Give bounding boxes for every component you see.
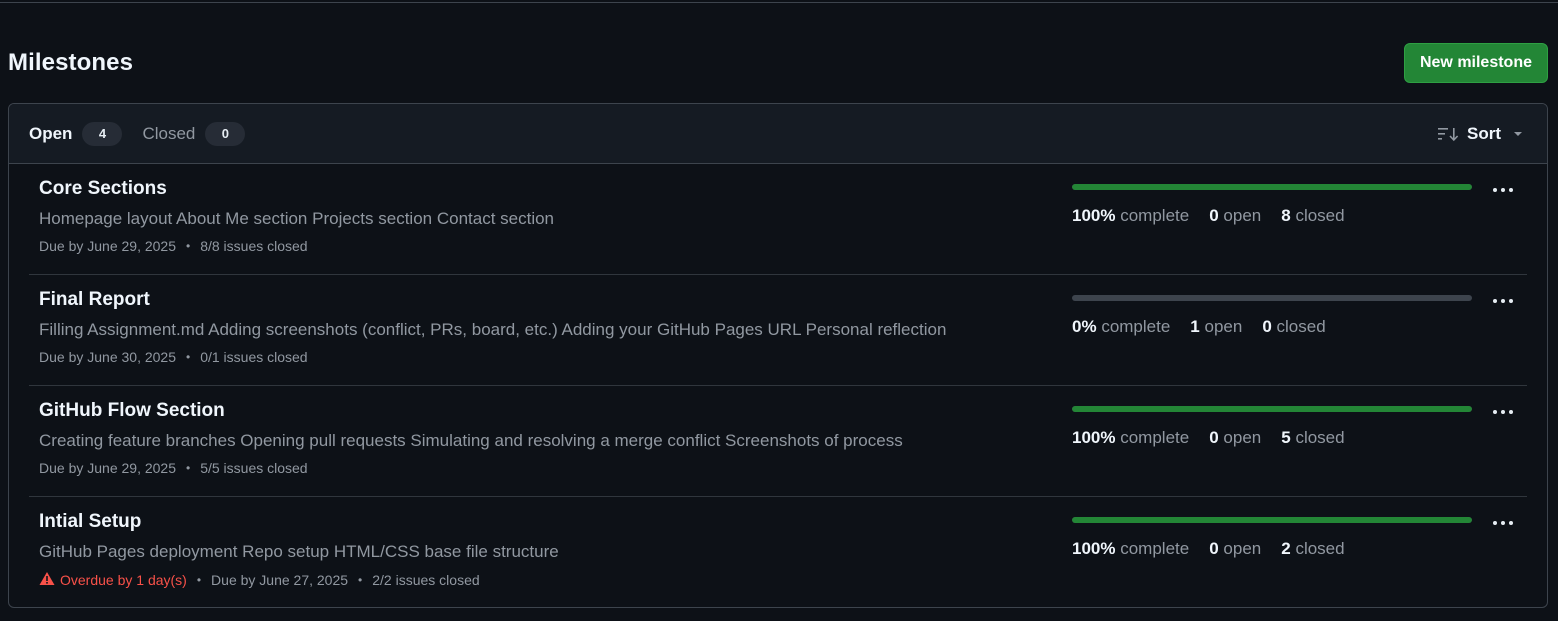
closed-count: 2 closed [1281,539,1345,558]
progress-bar [1072,295,1472,301]
kebab-menu-icon[interactable] [1491,511,1515,535]
top-divider [0,0,1558,3]
milestone-stats: 100% complete 0 open 2 closed [1072,539,1472,559]
closed-count: 8 closed [1281,206,1345,225]
milestone-title[interactable]: Core Sections [39,178,167,200]
milestone-stats: 100% complete 0 open 8 closed [1072,206,1472,226]
open-count: 1 open [1190,317,1243,336]
open-count: 0 open [1209,206,1262,225]
progress-bar [1072,406,1472,412]
progress-bar [1072,184,1472,190]
milestone-progress: 100% complete 0 open 8 closed [1072,184,1472,226]
separator-dot: • [186,239,191,253]
due-date: Due by June 27, 2025 [211,572,349,588]
page-title: Milestones [8,49,134,76]
state-tabs: Open 4 Closed 0 [29,121,246,146]
milestone-description: Creating feature branches Opening pull r… [39,431,903,450]
percent-complete: 100% complete [1072,206,1190,225]
milestone-meta: Due by June 29, 2025 • 8/8 issues closed [39,238,554,254]
progress-bar-fill [1072,406,1472,412]
tab-open[interactable]: Open 4 [29,121,123,146]
percent-complete: 100% complete [1072,539,1190,558]
open-count: 0 open [1209,539,1262,558]
closed-count: 0 closed [1262,317,1326,336]
milestone-progress: 0% complete 1 open 0 closed [1072,295,1472,337]
open-count: 0 open [1209,428,1262,447]
milestone-stats: 100% complete 0 open 5 closed [1072,428,1472,448]
overdue-text: Overdue by 1 day(s) [60,572,187,588]
milestone-title[interactable]: Final Report [39,289,150,311]
kebab-menu-icon[interactable] [1491,178,1515,202]
milestone-row: GitHub Flow Section Creating feature bra… [29,386,1527,497]
overdue-notice: Overdue by 1 day(s) [39,571,187,589]
milestone-list: Core Sections Homepage layout About Me s… [9,164,1547,607]
milestone-stats: 0% complete 1 open 0 closed [1072,317,1472,337]
milestones-box-header: Open 4 Closed 0 Sort [9,104,1547,164]
milestone-title[interactable]: GitHub Flow Section [39,400,225,422]
milestone-progress: 100% complete 0 open 5 closed [1072,406,1472,448]
sort-icon [1437,126,1459,142]
kebab-menu-icon[interactable] [1491,400,1515,424]
issues-closed: 0/1 issues closed [200,349,308,365]
milestone-row: Intial Setup GitHub Pages deployment Rep… [29,497,1527,607]
tab-closed-counter: 0 [205,121,246,146]
milestone-row: Final Report Filling Assignment.md Addin… [29,275,1527,386]
issues-closed: 5/5 issues closed [200,460,308,476]
separator-dot: • [186,461,191,475]
separator-dot: • [358,573,363,587]
milestone-meta: Due by June 29, 2025 • 5/5 issues closed [39,460,903,476]
new-milestone-button[interactable]: New milestone [1403,43,1548,83]
alert-icon [39,571,55,589]
sort-dropdown[interactable]: Sort [1437,124,1527,144]
milestone-meta: Overdue by 1 day(s) • Due by June 27, 20… [39,571,559,589]
tab-open-counter: 4 [82,121,123,146]
progress-bar [1072,517,1472,523]
tab-closed[interactable]: Closed 0 [142,121,246,146]
sort-label: Sort [1467,123,1501,143]
milestone-meta: Due by June 30, 2025 • 0/1 issues closed [39,349,946,365]
caret-down-icon [1509,126,1527,142]
separator-dot: • [186,350,191,364]
kebab-menu-icon[interactable] [1491,289,1515,313]
milestone-progress: 100% complete 0 open 2 closed [1072,517,1472,559]
progress-bar-fill [1072,184,1472,190]
percent-complete: 0% complete [1072,317,1171,336]
due-date: Due by June 29, 2025 [39,238,176,254]
milestones-header: Milestones New milestone [8,42,1548,84]
due-date: Due by June 29, 2025 [39,460,176,476]
milestone-description: Filling Assignment.md Adding screenshots… [39,320,947,339]
milestone-description: GitHub Pages deployment Repo setup HTML/… [39,542,559,561]
milestone-title[interactable]: Intial Setup [39,511,141,533]
due-date: Due by June 30, 2025 [39,349,176,365]
tab-closed-label: Closed [142,123,196,143]
closed-count: 5 closed [1281,428,1345,447]
issues-closed: 2/2 issues closed [372,572,480,588]
issues-closed: 8/8 issues closed [200,238,308,254]
milestone-description: Homepage layout About Me section Project… [39,209,555,228]
percent-complete: 100% complete [1072,428,1190,447]
separator-dot: • [196,573,202,587]
milestones-box: Open 4 Closed 0 Sort Core Sections Homep… [8,103,1548,608]
tab-open-label: Open [29,123,73,143]
progress-bar-fill [1072,517,1472,523]
milestone-row: Core Sections Homepage layout About Me s… [29,164,1527,275]
